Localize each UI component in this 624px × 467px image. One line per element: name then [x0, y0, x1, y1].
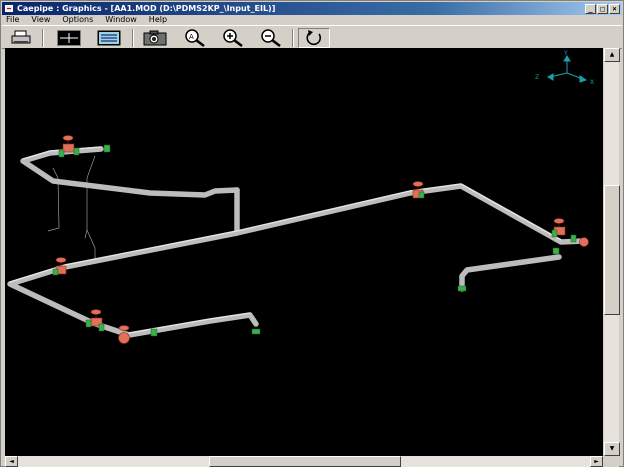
- pipe-runs: [7, 146, 586, 338]
- scroll-left-button[interactable]: ◄: [5, 456, 18, 467]
- printer-icon: [11, 30, 31, 44]
- crosshair-frame-icon: [57, 30, 81, 46]
- menu-window[interactable]: Window: [105, 15, 137, 25]
- axis-label-z: Z: [535, 74, 539, 81]
- axis-label-x: X: [590, 79, 594, 86]
- valve: [62, 135, 75, 153]
- scroll-up-button[interactable]: ▲: [604, 48, 620, 62]
- horizontal-scrollbar[interactable]: ◄ ►: [5, 456, 603, 467]
- zoom-in-button[interactable]: [220, 28, 246, 48]
- zoom-in-icon: [223, 29, 243, 47]
- list-frame-icon: [97, 30, 121, 46]
- print-button[interactable]: [8, 28, 34, 48]
- window-title: Caepipe : Graphics - [AA1.MOD (D:\PDMS2K…: [17, 4, 276, 13]
- camera-button[interactable]: [142, 28, 168, 48]
- maximize-button[interactable]: □: [597, 4, 608, 14]
- rotate-icon: [306, 30, 322, 46]
- show-nodes-button[interactable]: [56, 28, 82, 48]
- valves: [55, 135, 589, 344]
- minimize-button[interactable]: _: [585, 4, 596, 14]
- close-button[interactable]: ×: [609, 4, 620, 14]
- menu-help[interactable]: Help: [149, 15, 167, 25]
- support-wires: [47, 155, 102, 261]
- menu-options[interactable]: Options: [62, 15, 93, 25]
- zoom-out-button[interactable]: [258, 28, 284, 48]
- piping-model: Y Z X: [7, 50, 594, 344]
- app-icon[interactable]: [5, 5, 13, 12]
- valve: [118, 325, 130, 344]
- scroll-down-button[interactable]: ▼: [604, 442, 620, 456]
- pipe-highlights: [9, 146, 562, 334]
- svg-text:A: A: [189, 33, 194, 41]
- vertical-scroll-thumb[interactable]: [604, 185, 620, 315]
- title-bar[interactable]: Caepipe : Graphics - [AA1.MOD (D:\PDMS2K…: [2, 2, 622, 15]
- rotate-button[interactable]: [298, 28, 330, 48]
- axis-triad: Y Z X: [535, 50, 594, 86]
- zoom-window-button[interactable]: A: [182, 28, 208, 48]
- scrollbar-corner: [603, 456, 619, 467]
- graphics-canvas[interactable]: Y Z X: [5, 48, 603, 456]
- camera-icon: [143, 30, 167, 46]
- magnifier-window-icon: A: [185, 29, 205, 47]
- caepipe-graphics-window: Caepipe : Graphics - [AA1.MOD (D:\PDMS2K…: [0, 0, 624, 467]
- valve: [90, 309, 103, 327]
- scroll-right-button[interactable]: ►: [590, 456, 603, 467]
- zoom-out-icon: [261, 29, 281, 47]
- flanges: [52, 144, 577, 337]
- axis-label-y: Y: [563, 50, 568, 57]
- menu-bar: File View Options Window Help: [2, 15, 622, 25]
- vertical-scrollbar[interactable]: ▲ ▼: [603, 48, 620, 456]
- horizontal-scroll-thumb[interactable]: [209, 456, 401, 467]
- menu-file[interactable]: File: [6, 15, 19, 25]
- toolbar: A: [2, 25, 622, 49]
- show-list-button[interactable]: [96, 28, 122, 48]
- menu-view[interactable]: View: [31, 15, 50, 25]
